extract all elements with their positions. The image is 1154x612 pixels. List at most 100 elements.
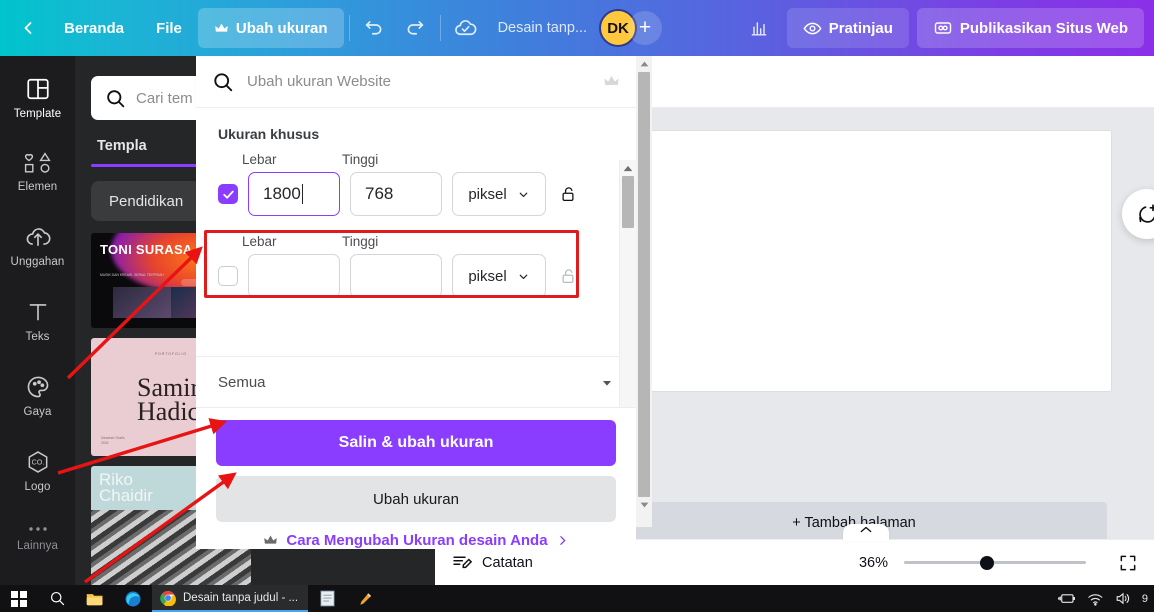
sidebar-item-label-template: Template [13, 108, 62, 120]
copy-and-resize-button[interactable]: Salin & ubah ukuran [216, 420, 616, 466]
size-row-checkbox-1[interactable] [218, 184, 238, 204]
edge-button[interactable] [114, 585, 152, 612]
size-row-2: piksel [196, 249, 636, 298]
width-input-1[interactable]: 1800 [248, 172, 340, 216]
dialog-scroll-up-arrow[interactable] [636, 56, 652, 72]
unit-select-2[interactable]: piksel [452, 254, 546, 298]
sidebar-item-template[interactable]: Template [4, 68, 72, 127]
category-chip-pendidikan[interactable]: Pendidikan [91, 181, 202, 221]
undo-button[interactable] [355, 8, 395, 48]
inner-scroll-up-arrow[interactable] [620, 160, 636, 176]
custom-size-scroll-area: Ukuran khusus Lebar Tinggi 1800 768 piks… [196, 108, 636, 408]
sidebar-item-unggahan[interactable]: Unggahan [4, 216, 72, 275]
taskbar-chrome-label: Desain tanpa judul - ... [183, 591, 299, 604]
width-input-2[interactable] [248, 254, 340, 298]
publish-label: Publikasikan Situs Web [959, 19, 1128, 37]
file-explorer-icon [86, 593, 103, 605]
cloud-saved-button[interactable] [446, 8, 486, 48]
more-dots-icon [28, 527, 47, 531]
undo-icon [365, 20, 382, 35]
zoom-slider[interactable] [904, 555, 1086, 570]
sidebar-item-gaya[interactable]: Gaya [4, 366, 72, 425]
home-button[interactable]: Beranda [48, 8, 140, 48]
template-icon [26, 78, 49, 100]
file-label: File [156, 19, 182, 37]
dialog-scrollbar-thumb[interactable] [638, 72, 650, 497]
chevron-left-icon [24, 22, 32, 34]
chevron-up-icon [860, 526, 872, 533]
how-to-resize-label: Cara Mengubah Ukuran desain Anda [286, 532, 548, 549]
stats-button[interactable] [739, 8, 779, 48]
how-to-resize-link[interactable]: Cara Mengubah Ukuran desain Anda [216, 532, 616, 549]
system-tray: 9 [1057, 591, 1154, 606]
sidebar-item-elemen[interactable]: Elemen [4, 143, 72, 200]
publish-button[interactable]: Publikasikan Situs Web [916, 8, 1144, 48]
notepad-button[interactable] [308, 585, 346, 612]
toolbar-divider-2 [439, 15, 441, 41]
redo-button[interactable] [395, 8, 435, 48]
taskbar-clock[interactable]: 9 [1142, 593, 1148, 605]
inner-scrollbar[interactable] [619, 160, 636, 407]
sidebar-item-logo[interactable]: CO. Logo [4, 441, 72, 500]
paint-button[interactable] [346, 585, 384, 612]
file-explorer-button[interactable] [76, 585, 114, 612]
zoom-slider-knob[interactable] [980, 555, 994, 570]
wifi-icon[interactable] [1087, 592, 1104, 606]
notepad-icon [319, 590, 335, 607]
sidebar-item-label-teks: Teks [25, 331, 50, 343]
zoom-percent: 36% [858, 554, 888, 571]
sidebar-item-label-elemen: Elemen [17, 181, 58, 193]
shapes-icon [24, 152, 51, 173]
aspect-lock-button-2[interactable] [556, 267, 580, 285]
sidebar-item-teks[interactable]: Teks [4, 291, 72, 350]
height-input-1[interactable]: 768 [350, 172, 442, 216]
chevron-down-icon [519, 274, 528, 279]
add-collaborator-button[interactable]: + [628, 11, 663, 45]
height-input-2[interactable] [350, 254, 442, 298]
add-comment-button[interactable] [1122, 189, 1154, 239]
collapse-panel-button[interactable] [843, 524, 889, 541]
design-page[interactable] [599, 131, 1111, 391]
taskbar-search-button[interactable] [38, 585, 76, 612]
resize-search-input[interactable]: Ubah ukuran Website [196, 56, 636, 108]
notes-button[interactable]: Catatan [451, 552, 533, 573]
size-row-labels-1: Lebar Tinggi [196, 142, 636, 167]
resize-confirm-button[interactable]: Ubah ukuran [216, 476, 616, 522]
unit-value-2: piksel [468, 267, 507, 285]
canva-editor-window: Beranda File Ubah ukuran Desain tanp... … [0, 0, 1154, 612]
resize-button[interactable]: Ubah ukuran [197, 8, 344, 48]
resize-label: Ubah ukuran [235, 19, 328, 37]
battery-charging-icon[interactable] [1057, 592, 1076, 605]
size-row-checkbox-2[interactable] [218, 266, 238, 286]
width-value-1: 1800 [263, 184, 301, 203]
thumb-photo-1 [113, 287, 171, 318]
dialog-scrollbar[interactable] [636, 56, 652, 527]
taskbar-chrome-window[interactable]: Desain tanpa judul - ... [152, 585, 309, 612]
aspect-lock-button-1[interactable] [556, 185, 580, 203]
volume-icon[interactable] [1115, 591, 1131, 606]
inner-scrollbar-thumb[interactable] [622, 176, 634, 228]
height-value-1: 768 [365, 184, 394, 203]
caret-up-icon [623, 165, 633, 171]
add-comment-icon [1139, 204, 1154, 223]
thumb-kicker: PORTOFOLIO [154, 352, 188, 356]
eye-icon [803, 22, 822, 34]
design-title[interactable]: Desain tanp... [486, 20, 599, 36]
back-button[interactable] [8, 8, 48, 48]
unit-select-1[interactable]: piksel [452, 172, 546, 216]
notes-label: Catatan [482, 554, 533, 571]
size-row-labels-2: Lebar Tinggi [196, 216, 636, 249]
start-button[interactable] [0, 585, 38, 612]
fullscreen-button[interactable] [1118, 553, 1138, 573]
dialog-scroll-down-arrow[interactable] [636, 497, 652, 513]
svg-text:CO.: CO. [31, 459, 44, 467]
tab-template[interactable]: Templa [97, 138, 147, 154]
file-menu-button[interactable]: File [140, 8, 198, 48]
filter-select[interactable]: Semua [196, 356, 636, 407]
crown-icon [264, 535, 278, 544]
text-icon [29, 304, 46, 321]
preview-button[interactable]: Pratinjau [786, 8, 909, 48]
sidebar-item-lainnya[interactable]: Lainnya [4, 516, 72, 559]
height-label-2: Tinggi [342, 234, 379, 249]
logo-hex-icon: CO. [28, 451, 47, 473]
